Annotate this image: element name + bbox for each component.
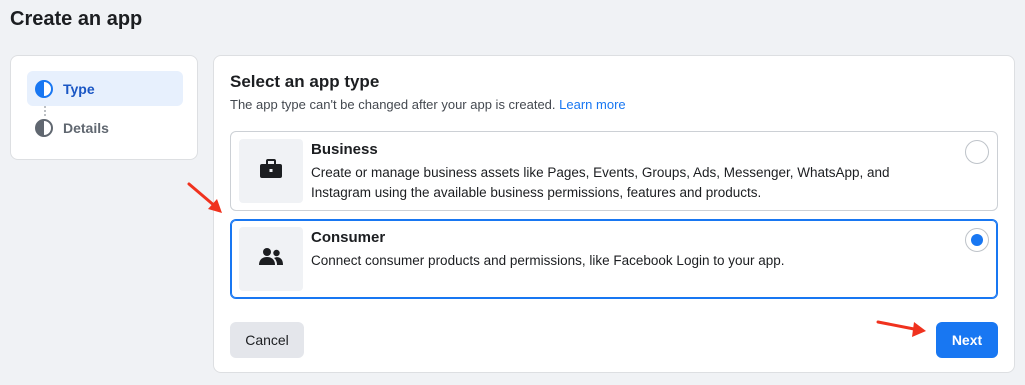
step-details[interactable]: Details [27,110,183,145]
briefcase-icon [259,158,283,184]
next-button[interactable]: Next [936,322,998,358]
people-icon [258,247,284,272]
step-type-label: Type [63,80,95,97]
step-type[interactable]: Type [27,71,183,106]
annotation-arrow-icon [876,320,926,337]
stepper: Type Details [10,55,198,160]
option-business-title: Business [311,141,378,158]
panel-subtitle: The app type can't be changed after your… [230,97,626,112]
option-consumer[interactable]: Consumer Connect consumer products and p… [230,219,998,299]
option-business-description: Create or manage business assets like Pa… [311,165,890,200]
half-circle-icon [35,118,53,137]
learn-more-link[interactable]: Learn more [559,97,625,112]
half-circle-icon [35,79,53,98]
step-details-label: Details [63,119,109,136]
option-consumer-radio[interactable] [965,228,989,252]
panel-title: Select an app type [230,72,380,91]
radio-selected-dot [971,234,983,246]
option-business[interactable]: Business Create or manage business asset… [230,131,998,211]
panel-subtitle-text: The app type can't be changed after your… [230,97,556,112]
page-title: Create an app [10,8,143,30]
option-consumer-icon-box [239,227,303,291]
annotation-arrow-icon [187,182,222,213]
option-business-icon-box [239,139,303,203]
option-consumer-title: Consumer [311,229,386,246]
cancel-button[interactable]: Cancel [230,322,304,358]
option-business-radio[interactable] [965,140,989,164]
option-consumer-description: Connect consumer products and permission… [311,253,785,268]
